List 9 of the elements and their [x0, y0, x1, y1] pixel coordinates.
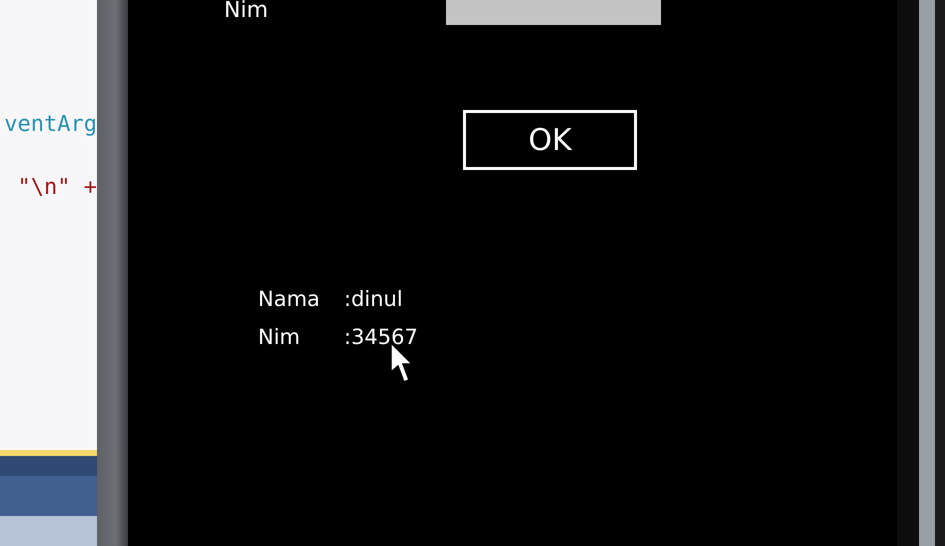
nim-label: Nim	[224, 0, 269, 22]
result-label: Nim	[258, 324, 301, 351]
nim-input-field[interactable]	[446, 0, 661, 25]
result-value: :34567	[344, 324, 419, 351]
result-label: Nama	[258, 286, 321, 313]
ok-button[interactable]: OK	[463, 110, 637, 170]
result-value: :dinul	[344, 286, 404, 313]
code-line: "\n" +	[18, 175, 97, 200]
code-line: ventArg	[4, 112, 97, 137]
